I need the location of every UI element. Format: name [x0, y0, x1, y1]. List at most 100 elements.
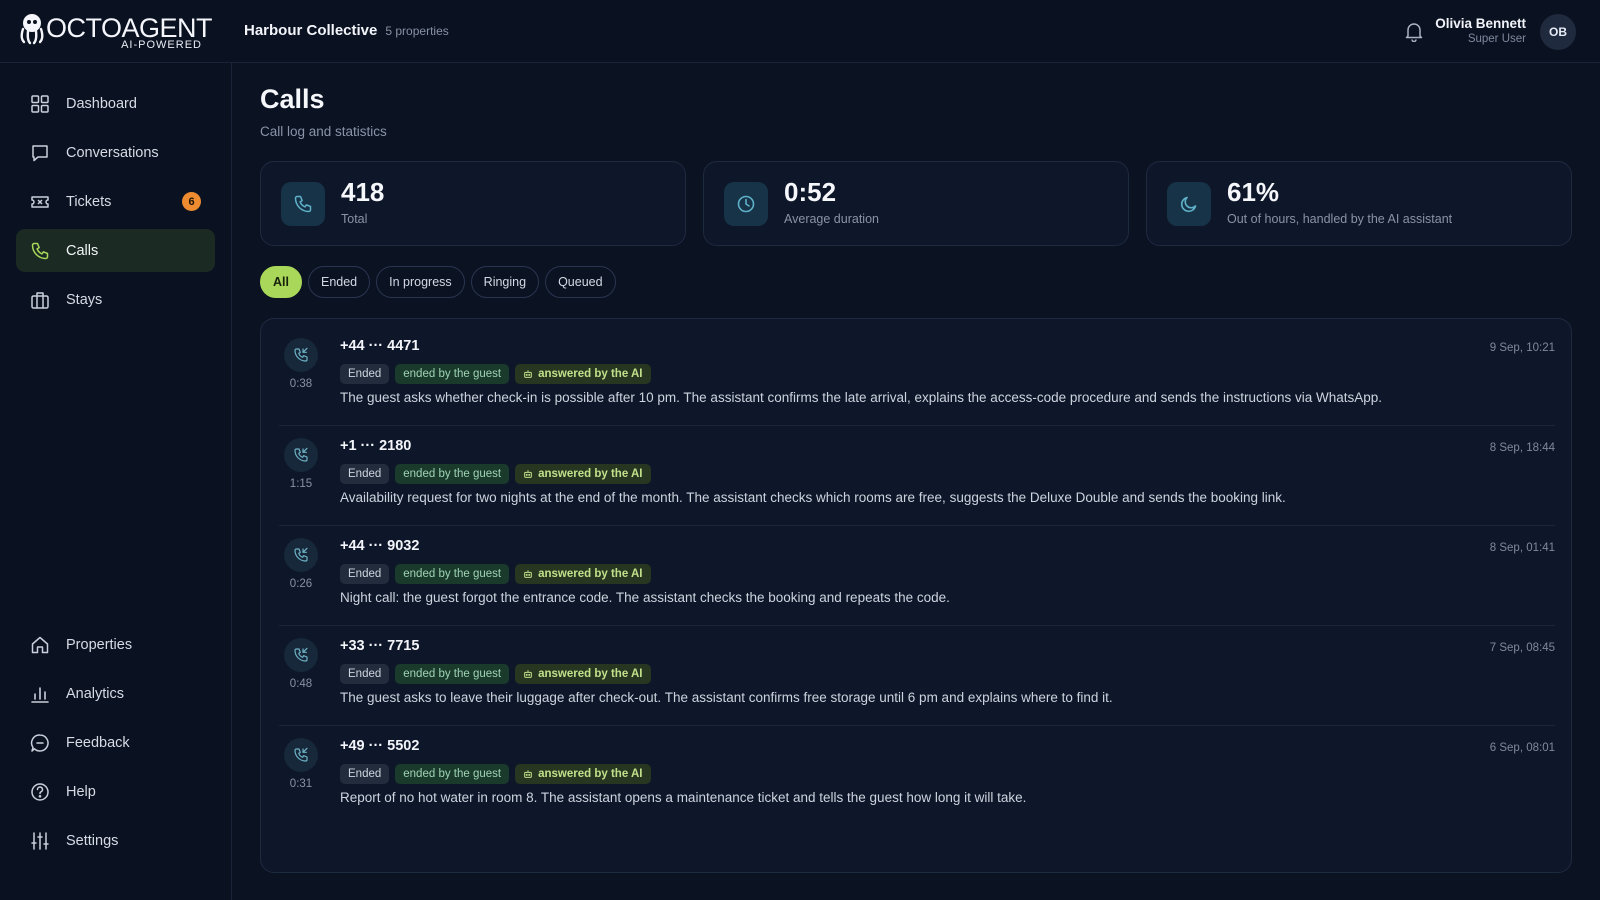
sidebar-item-settings[interactable]: Settings	[16, 819, 215, 862]
sidebar-item-analytics[interactable]: Analytics	[16, 672, 215, 715]
feedback-icon	[30, 733, 50, 753]
incoming-call-icon	[284, 338, 318, 372]
call-duration: 1:15	[289, 478, 313, 490]
suitcase-icon	[30, 290, 50, 310]
call-tags: Ended ended by the guest answered by the A…	[340, 664, 651, 684]
incoming-call-icon	[284, 438, 318, 472]
answered-by-ai-badge: answered by the AI	[515, 664, 651, 684]
chat-icon	[30, 143, 50, 163]
answered-by-label: answered by the AI	[538, 368, 643, 380]
sidebar-item-tickets[interactable]: Tickets 6	[16, 180, 215, 223]
answered-by-label: answered by the AI	[538, 768, 643, 780]
help-icon	[30, 782, 50, 802]
avatar[interactable]: OB	[1540, 14, 1576, 50]
octoagent-logo[interactable]: OCTOAGENT AI-POWERED	[18, 12, 213, 52]
sidebar-item-stays[interactable]: Stays	[16, 278, 215, 321]
ended-by-badge: ended by the guest	[395, 764, 510, 784]
stat-label: Total	[341, 212, 368, 226]
stat-card-average-duration: 0:52 Average duration	[703, 161, 1129, 246]
stat-label: Average duration	[784, 212, 879, 226]
status-badge: Ended	[340, 464, 390, 484]
robot-icon	[523, 569, 533, 579]
stat-value: 0:52	[784, 177, 837, 207]
user-info[interactable]: Olivia Bennett Super User	[1435, 16, 1526, 45]
sidebar-item-dashboard[interactable]: Dashboard	[16, 82, 215, 125]
sidebar-item-label: Analytics	[66, 685, 125, 702]
call-tags: Ended ended by the guest answered by the A…	[340, 364, 651, 384]
call-row[interactable]: 1:15 +1 ··· 2180 8 Sep, 18:44 Ended ended by…	[279, 424, 1555, 526]
filter-in-progress[interactable]: In progress	[376, 266, 465, 298]
call-duration: 0:48	[289, 678, 313, 690]
robot-icon	[523, 369, 533, 379]
tickets-count-badge: 6	[182, 192, 201, 211]
status-filter-bar: All Ended In progress Ringing Queued	[260, 266, 616, 298]
caller-number: +1 ··· 2180	[340, 438, 412, 454]
sidebar-item-label: Stays	[66, 291, 103, 308]
filter-all[interactable]: All	[260, 266, 302, 298]
filter-ringing[interactable]: Ringing	[470, 266, 540, 298]
bell-icon[interactable]	[1405, 22, 1423, 42]
sidebar-item-label: Feedback	[66, 734, 130, 751]
page-title: Calls	[260, 84, 325, 114]
sidebar-item-help[interactable]: Help	[16, 770, 215, 813]
clock-icon	[724, 182, 768, 226]
organization-switcher[interactable]: Harbour Collective 5 properties	[244, 22, 449, 39]
status-badge: Ended	[340, 364, 390, 384]
user-role: Super User	[1467, 33, 1526, 45]
moon-icon	[1167, 182, 1211, 226]
incoming-call-icon	[284, 738, 318, 772]
call-tags: Ended ended by the guest answered by the A…	[340, 464, 651, 484]
call-row[interactable]: 0:38 +44 ··· 4471 9 Sep, 10:21 Ended ended b…	[279, 324, 1555, 426]
call-duration: 0:38	[289, 378, 313, 390]
call-row[interactable]: 0:31 +49 ··· 5502 6 Sep, 08:01 Ended ended b…	[279, 724, 1555, 826]
caller-number: +49 ··· 5502	[340, 738, 420, 754]
robot-icon	[523, 469, 533, 479]
call-timestamp: 8 Sep, 01:41	[1489, 542, 1555, 554]
sidebar-item-feedback[interactable]: Feedback	[16, 721, 215, 764]
answered-by-label: answered by the AI	[538, 468, 643, 480]
call-timestamp: 6 Sep, 08:01	[1489, 742, 1555, 754]
ended-by-badge: ended by the guest	[395, 364, 510, 384]
caller-number: +44 ··· 9032	[340, 538, 420, 554]
sidebar-item-label: Settings	[66, 832, 119, 849]
call-row[interactable]: 0:48 +33 ··· 7715 7 Sep, 08:45 Ended ended b…	[279, 624, 1555, 726]
filter-queued[interactable]: Queued	[545, 266, 616, 298]
stat-value: 418	[341, 177, 385, 207]
sidebar-item-properties[interactable]: Properties	[16, 623, 215, 666]
answered-by-ai-badge: answered by the AI	[515, 464, 651, 484]
answered-by-label: answered by the AI	[538, 668, 643, 680]
stat-label: Out of hours, handled by the AI assistan…	[1227, 212, 1453, 226]
sidebar-item-calls[interactable]: Calls	[16, 229, 215, 272]
bar-chart-icon	[30, 684, 50, 704]
ended-by-badge: ended by the guest	[395, 564, 510, 584]
sidebar-item-label: Help	[66, 783, 96, 800]
filter-ended[interactable]: Ended	[307, 266, 371, 298]
robot-icon	[523, 769, 533, 779]
status-badge: Ended	[340, 664, 390, 684]
ended-by-badge: ended by the guest	[395, 464, 510, 484]
call-timestamp: 9 Sep, 10:21	[1489, 342, 1555, 354]
user-name: Olivia Bennett	[1435, 16, 1526, 31]
sidebar-item-label: Properties	[66, 636, 133, 653]
call-summary: Report of no hot water in room 8. The as…	[340, 790, 1027, 805]
octopus-logo-icon	[20, 14, 44, 45]
sidebar-item-label: Conversations	[66, 144, 159, 161]
call-summary: The guest asks to leave their luggage af…	[340, 690, 1113, 705]
answered-by-ai-badge: answered by the AI	[515, 564, 651, 584]
sidebar: Dashboard Conversations Tickets 6 Calls …	[0, 63, 232, 900]
sidebar-item-label: Tickets	[66, 193, 112, 210]
sidebar-item-conversations[interactable]: Conversations	[16, 131, 215, 174]
home-icon	[30, 635, 50, 655]
call-tags: Ended ended by the guest answered by the A…	[340, 564, 651, 584]
sidebar-item-label: Calls	[66, 242, 99, 259]
call-duration: 0:26	[289, 578, 313, 590]
stat-card-out-of-hours: 61% Out of hours, handled by the AI assi…	[1146, 161, 1572, 246]
incoming-call-icon	[284, 638, 318, 672]
call-summary: Night call: the guest forgot the entranc…	[340, 590, 950, 605]
ended-by-badge: ended by the guest	[395, 664, 510, 684]
page-subtitle: Call log and statistics	[260, 124, 387, 139]
phone-icon	[281, 182, 325, 226]
grid-icon	[30, 94, 50, 114]
call-row[interactable]: 0:26 +44 ··· 9032 8 Sep, 01:41 Ended ended b…	[279, 524, 1555, 626]
call-summary: The guest asks whether check-in is possi…	[340, 390, 1383, 405]
